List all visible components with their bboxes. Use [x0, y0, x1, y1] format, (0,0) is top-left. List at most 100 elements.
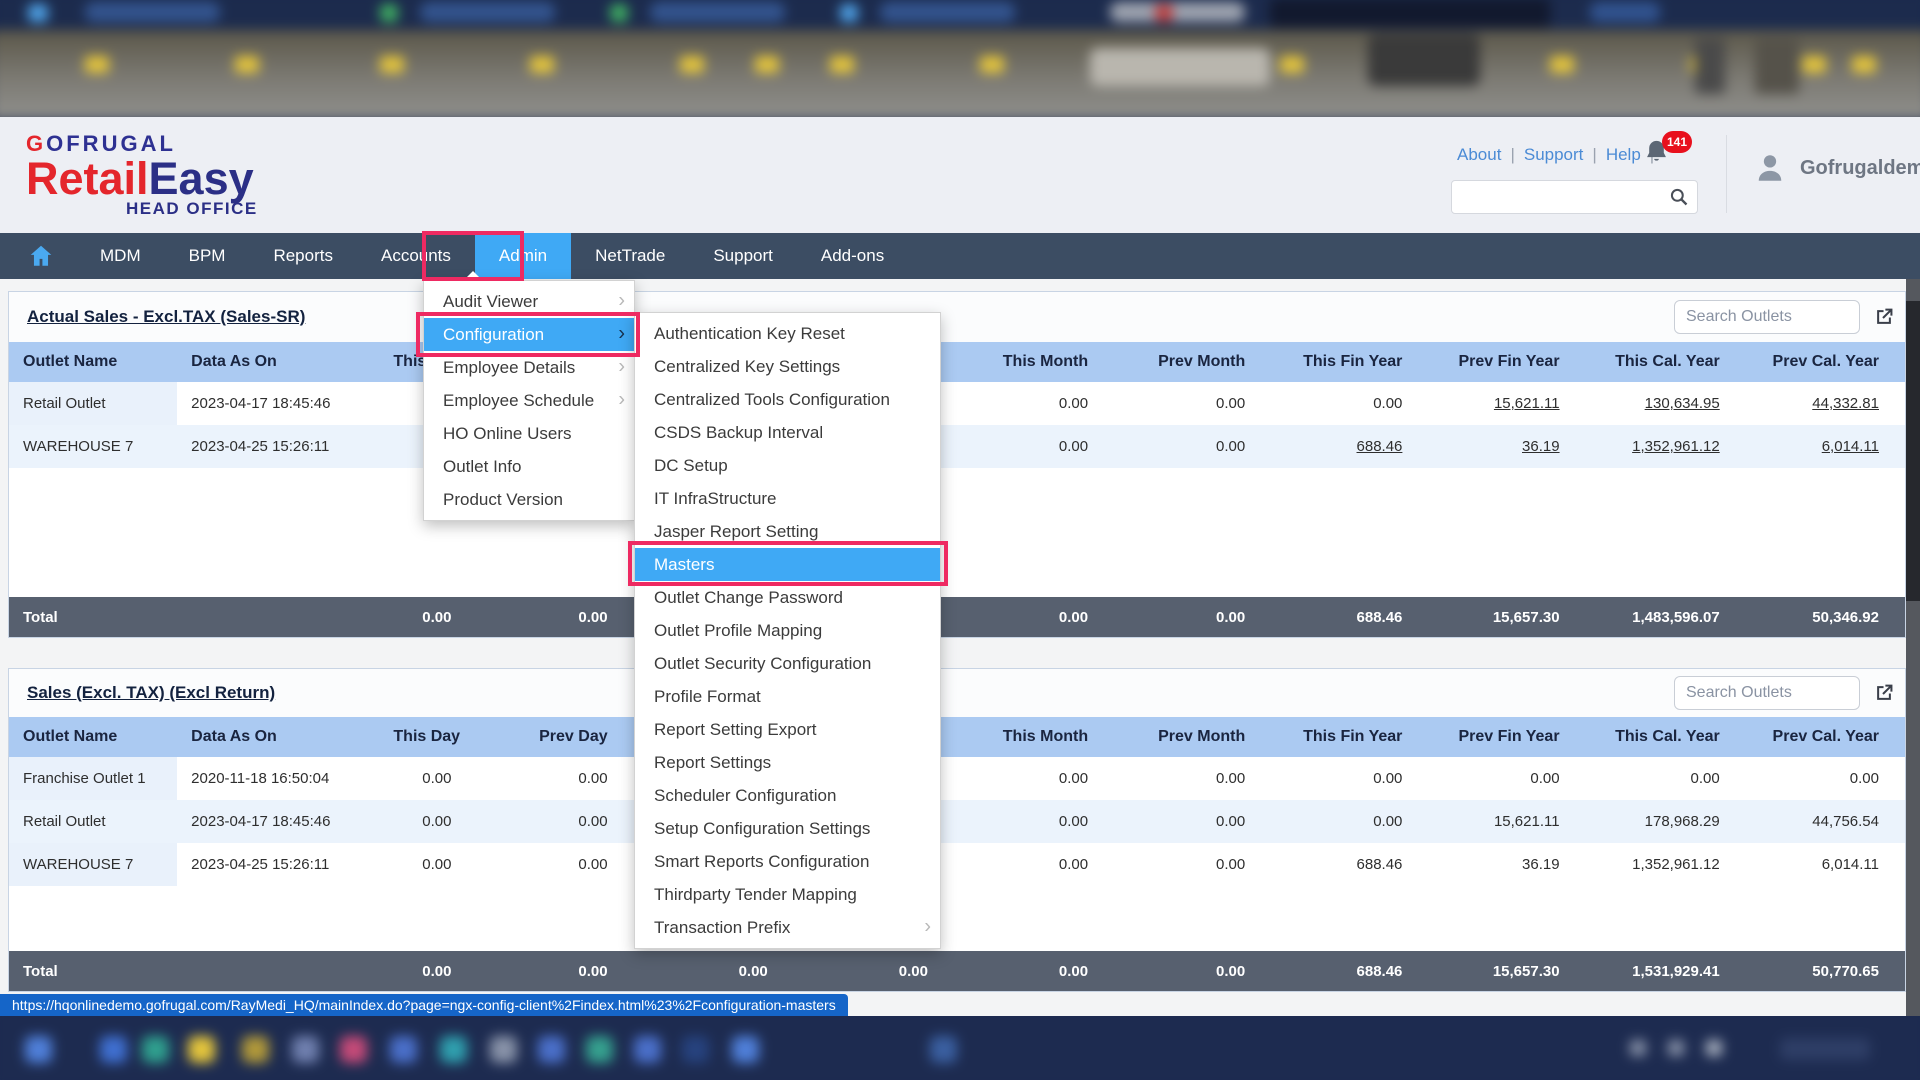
- submenu-item-outlet-profile-mapping[interactable]: Outlet Profile Mapping: [635, 614, 940, 647]
- value-cell: 688.46: [1271, 425, 1428, 468]
- admin-menu-item-ho-online-users[interactable]: HO Online Users: [424, 417, 634, 450]
- scrollbar-thumb[interactable]: [1906, 301, 1920, 601]
- search-icon[interactable]: [1669, 187, 1689, 207]
- external-link-icon[interactable]: [1873, 682, 1895, 704]
- support-link[interactable]: Support: [1524, 145, 1584, 165]
- nav-item-support[interactable]: Support: [689, 233, 797, 279]
- value-cell: 36.19: [1428, 843, 1585, 886]
- submenu-item-it-infrastructure[interactable]: IT InfraStructure: [635, 482, 940, 515]
- logo-retail: Retail: [26, 153, 149, 204]
- chevron-right-icon: ›: [618, 388, 625, 411]
- header-search-input[interactable]: [1452, 181, 1697, 213]
- column-header: Prev Cal. Year: [1746, 342, 1905, 382]
- submenu-item-authentication-key-reset[interactable]: Authentication Key Reset: [635, 317, 940, 350]
- value-link[interactable]: 36.19: [1522, 438, 1560, 455]
- nav-item-home[interactable]: [0, 233, 76, 279]
- admin-menu-item-employee-schedule[interactable]: Employee Schedule›: [424, 384, 634, 417]
- submenu-item-setup-configuration-settings[interactable]: Setup Configuration Settings: [635, 812, 940, 845]
- submenu-item-centralized-tools-configuration[interactable]: Centralized Tools Configuration: [635, 383, 940, 416]
- total-value: 0.00: [1114, 597, 1271, 637]
- submenu-item-smart-reports-configuration[interactable]: Smart Reports Configuration: [635, 845, 940, 878]
- submenu-item-report-setting-export[interactable]: Report Setting Export: [635, 713, 940, 746]
- value-link[interactable]: 44,332.81: [1812, 395, 1879, 412]
- submenu-item-transaction-prefix[interactable]: Transaction Prefix›: [635, 911, 940, 944]
- submenu-item-report-settings[interactable]: Report Settings: [635, 746, 940, 779]
- nav-item-mdm[interactable]: MDM: [76, 233, 165, 279]
- value-cell: 36.19: [1428, 425, 1585, 468]
- value-link[interactable]: 1,352,961.12: [1632, 438, 1720, 455]
- admin-menu-item-employee-details[interactable]: Employee Details›: [424, 351, 634, 384]
- menu-item-label: HO Online Users: [443, 424, 571, 444]
- about-link[interactable]: About: [1457, 145, 1501, 165]
- submenu-item-masters[interactable]: Masters: [635, 548, 940, 581]
- external-link-icon[interactable]: [1873, 306, 1895, 328]
- value-cell: 0.00: [1428, 757, 1585, 800]
- submenu-item-thirdparty-tender-mapping[interactable]: Thirdparty Tender Mapping: [635, 878, 940, 911]
- value-cell: 2023-04-25 15:26:11: [177, 843, 393, 886]
- submenu-item-centralized-key-settings[interactable]: Centralized Key Settings: [635, 350, 940, 383]
- dropdown-caret: [465, 271, 481, 279]
- menu-item-label: Outlet Profile Mapping: [654, 621, 822, 641]
- menu-item-label: DC Setup: [654, 456, 728, 476]
- column-header: This Month: [954, 717, 1114, 757]
- total-value: 50,346.92: [1746, 597, 1905, 637]
- submenu-item-outlet-security-configuration[interactable]: Outlet Security Configuration: [635, 647, 940, 680]
- submenu-item-outlet-change-password[interactable]: Outlet Change Password: [635, 581, 940, 614]
- user-menu[interactable]: Gofrugaldemo: [1752, 150, 1920, 186]
- content-area: Actual Sales - Excl.TAX (Sales-SR)Outlet…: [0, 279, 1920, 1016]
- menu-item-label: Masters: [654, 555, 714, 575]
- nav-item-reports[interactable]: Reports: [249, 233, 357, 279]
- outlet-name-cell: WAREHOUSE 7: [9, 843, 177, 886]
- value-cell: 0.00: [393, 757, 477, 800]
- total-value: 0.00: [477, 951, 633, 991]
- chevron-right-icon: ›: [618, 289, 625, 312]
- submenu-item-scheduler-configuration[interactable]: Scheduler Configuration: [635, 779, 940, 812]
- value-link[interactable]: 688.46: [1357, 438, 1403, 455]
- menu-item-label: Transaction Prefix: [654, 918, 790, 938]
- submenu-item-dc-setup[interactable]: DC Setup: [635, 449, 940, 482]
- submenu-item-profile-format[interactable]: Profile Format: [635, 680, 940, 713]
- search-outlets-input[interactable]: [1674, 300, 1860, 334]
- value-link[interactable]: 6,014.11: [1822, 438, 1879, 455]
- value-cell: 178,968.29: [1586, 800, 1746, 843]
- admin-menu-item-audit-viewer[interactable]: Audit Viewer›: [424, 285, 634, 318]
- value-cell: 6,014.11: [1746, 425, 1905, 468]
- value-link[interactable]: 130,634.95: [1645, 395, 1720, 412]
- column-header: Data As On: [177, 717, 393, 757]
- submenu-item-jasper-report-setting[interactable]: Jasper Report Setting: [635, 515, 940, 548]
- total-label: Total: [9, 951, 177, 991]
- nav-item-accounts[interactable]: Accounts: [357, 233, 475, 279]
- table-row: Franchise Outlet 12020-11-18 16:50:040.0…: [9, 757, 1905, 800]
- admin-menu-item-product-version[interactable]: Product Version: [424, 483, 634, 516]
- blurred-taskbar: [0, 1016, 1920, 1080]
- panel-header: Sales (Excl. TAX) (Excl Return): [9, 669, 1905, 717]
- value-cell: 0.00: [1746, 757, 1905, 800]
- nav-item-bpm[interactable]: BPM: [165, 233, 250, 279]
- value-cell: 0.00: [954, 382, 1114, 425]
- value-cell: 6,014.11: [1746, 843, 1905, 886]
- value-cell: 44,332.81: [1746, 382, 1905, 425]
- column-header: This Month: [954, 342, 1114, 382]
- submenu-item-csds-backup-interval[interactable]: CSDS Backup Interval: [635, 416, 940, 449]
- nav-item-admin[interactable]: Admin: [475, 233, 571, 279]
- main-nav: MDMBPMReportsAccountsAdminNetTradeSuppor…: [0, 233, 1920, 279]
- nav-item-nettrade[interactable]: NetTrade: [571, 233, 689, 279]
- menu-item-label: Outlet Change Password: [654, 588, 843, 608]
- value-link[interactable]: 15,621.11: [1494, 395, 1560, 412]
- nav-item-add-ons[interactable]: Add-ons: [797, 233, 908, 279]
- admin-menu-item-configuration[interactable]: Configuration›: [424, 318, 634, 351]
- menu-item-label: Profile Format: [654, 687, 761, 707]
- search-outlets-input[interactable]: [1674, 676, 1860, 710]
- menu-item-label: Outlet Info: [443, 457, 521, 477]
- menu-item-label: Scheduler Configuration: [654, 786, 836, 806]
- notification-bell[interactable]: 141: [1643, 137, 1703, 177]
- help-link[interactable]: Help: [1606, 145, 1641, 165]
- value-cell: 2023-04-17 18:45:46: [177, 382, 393, 425]
- configuration-submenu: Authentication Key ResetCentralized Key …: [634, 312, 941, 949]
- menu-item-label: Centralized Tools Configuration: [654, 390, 890, 410]
- vertical-scrollbar[interactable]: [1906, 279, 1920, 1016]
- screen: GOFRUGAL RetailEasy HEAD OFFICE About| S…: [0, 0, 1920, 1080]
- menu-item-label: Product Version: [443, 490, 563, 510]
- admin-menu-item-outlet-info[interactable]: Outlet Info: [424, 450, 634, 483]
- chevron-right-icon: ›: [618, 355, 625, 378]
